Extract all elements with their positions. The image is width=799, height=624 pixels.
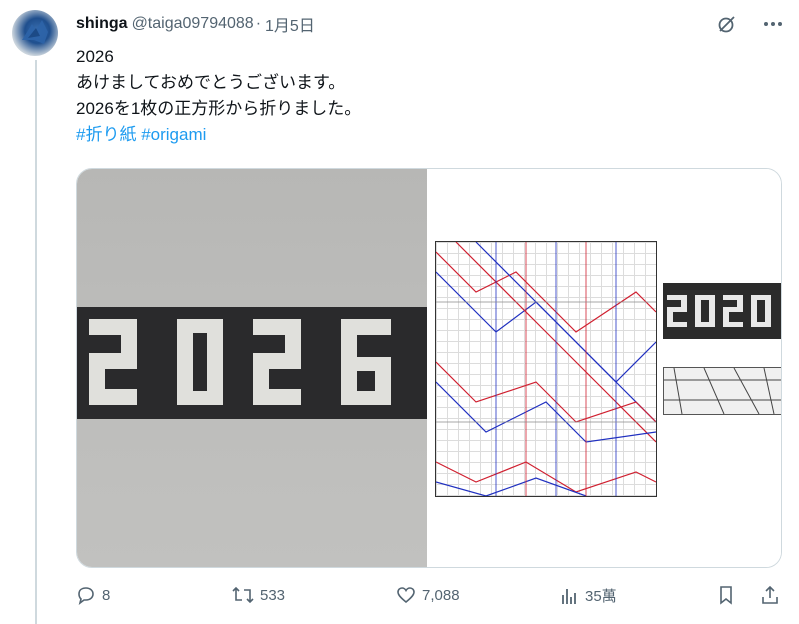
share-icon <box>760 585 780 605</box>
tweet-header: shinga @taiga09794088 · 1月5日 <box>76 12 315 36</box>
retweet-button[interactable]: 533 <box>232 585 285 605</box>
crease-pattern <box>435 241 657 497</box>
tweet-line-3: 2026を1枚の正方形から折りました。 <box>76 99 362 118</box>
avatar[interactable] <box>12 10 58 56</box>
grok-icon[interactable] <box>715 12 739 36</box>
tweet-text: 2026 あけましておめでとうございます。 2026を1枚の正方形から折りました… <box>76 44 776 148</box>
media-container[interactable] <box>76 168 782 568</box>
base-preview <box>663 367 781 415</box>
top-right-actions <box>715 12 785 36</box>
retweet-icon <box>232 585 254 605</box>
display-name[interactable]: shinga <box>76 15 128 33</box>
view-count: 35萬 <box>585 588 617 605</box>
hashtag-origami-jp[interactable]: #折り紙 <box>76 125 136 144</box>
retweet-count: 533 <box>260 586 286 604</box>
share-button[interactable] <box>760 585 780 605</box>
views-icon <box>559 586 579 606</box>
views-button[interactable]: 35萬 <box>559 585 617 606</box>
more-icon[interactable] <box>761 12 785 36</box>
reply-icon <box>76 585 96 605</box>
thread-line <box>35 60 37 624</box>
user-handle[interactable]: @taiga09794088 <box>132 15 254 33</box>
tweet-line-1: 2026 <box>76 47 114 66</box>
tweet-date[interactable]: 1月5日 <box>265 12 315 36</box>
hashtags: #折り紙 #origami <box>76 122 776 148</box>
origami-photo[interactable] <box>77 169 427 567</box>
separator-dot: · <box>255 15 262 32</box>
reply-count: 8 <box>102 586 111 604</box>
like-count: 7,088 <box>422 586 460 604</box>
bookmark-button[interactable] <box>716 585 736 605</box>
heart-icon <box>396 585 416 605</box>
like-button[interactable]: 7,088 <box>396 585 460 605</box>
bookmark-icon <box>716 585 736 605</box>
avatar-image <box>22 20 48 44</box>
reply-button[interactable]: 8 <box>76 585 110 605</box>
hashtag-origami[interactable]: #origami <box>141 125 206 144</box>
tweet-line-2: あけましておめでとうございます。 <box>76 73 346 92</box>
action-bar: 8 533 7,088 35萬 <box>76 585 782 609</box>
crease-pattern-diagram[interactable] <box>427 169 781 567</box>
folded-model-preview <box>663 283 781 339</box>
